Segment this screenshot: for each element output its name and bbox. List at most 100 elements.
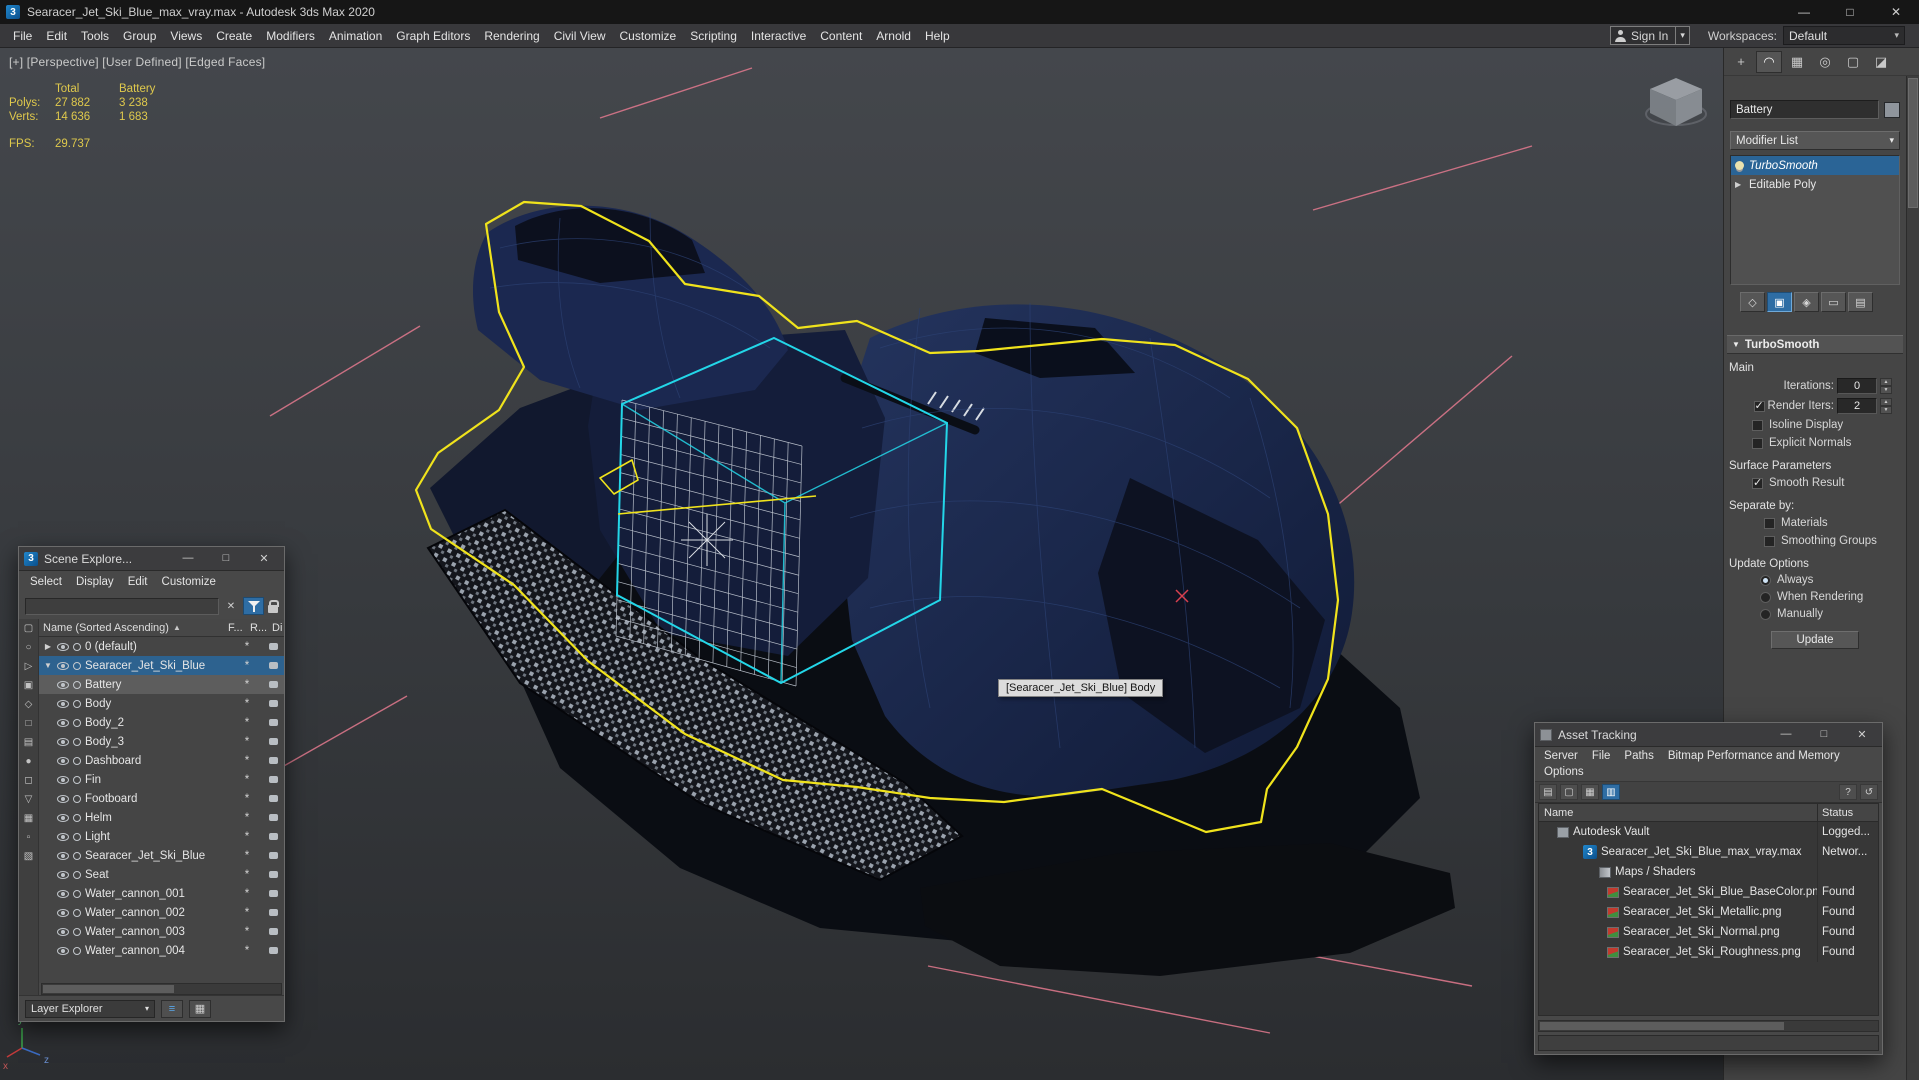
sign-in-button[interactable]: Sign In ▾ xyxy=(1609,26,1690,45)
eye-icon[interactable] xyxy=(57,851,69,860)
expand-icon[interactable]: ▶ xyxy=(1735,180,1744,189)
refresh-icon[interactable]: ↺ xyxy=(1860,784,1878,800)
menu-arnold[interactable]: Arnold xyxy=(869,29,918,43)
sign-in-dropdown-arrow[interactable]: ▾ xyxy=(1675,27,1685,44)
menu-customize[interactable]: Customize xyxy=(613,29,684,43)
remove-modifier-button[interactable]: ▭ xyxy=(1821,292,1846,312)
render-icon[interactable] xyxy=(268,928,278,935)
eye-icon[interactable] xyxy=(57,775,69,784)
eye-icon[interactable] xyxy=(57,908,69,917)
create-tab[interactable]: + xyxy=(1728,51,1754,73)
tree-row-seat[interactable]: Seat * xyxy=(39,865,284,884)
modifier-stack-item-turbosmooth[interactable]: TurboSmooth xyxy=(1731,156,1899,175)
make-unique-button[interactable]: ◈ xyxy=(1794,292,1819,312)
minimize-icon[interactable]: — xyxy=(179,552,197,565)
menu-tools[interactable]: Tools xyxy=(74,29,116,43)
close-icon[interactable]: ✕ xyxy=(255,552,273,565)
tree-row-body3[interactable]: Body_3 * xyxy=(39,732,284,751)
clear-search-icon[interactable]: ✕ xyxy=(223,601,239,612)
jet-ski-model[interactable] xyxy=(426,205,1455,976)
pin-stack-button[interactable]: ◇ xyxy=(1740,292,1765,312)
modifier-list-dropdown[interactable]: Modifier List ▾ xyxy=(1730,131,1900,150)
close-icon[interactable]: ✕ xyxy=(1853,728,1871,741)
tree-row-body2[interactable]: Body_2 * xyxy=(39,713,284,732)
smoothing-groups-checkbox[interactable]: ✓ xyxy=(1764,535,1775,547)
toolbar-icon-3[interactable]: ▦ xyxy=(1581,784,1599,800)
close-button[interactable]: ✕ xyxy=(1873,0,1919,24)
command-panel-scrollbar[interactable] xyxy=(1906,76,1919,1080)
eye-icon[interactable] xyxy=(57,756,69,765)
show-end-result-button[interactable]: ▣ xyxy=(1767,292,1792,312)
render-icon[interactable] xyxy=(268,795,278,802)
render-icon[interactable] xyxy=(268,814,278,821)
explorer-mode-dropdown[interactable]: Layer Explorer ▾ xyxy=(25,999,155,1018)
menu-content[interactable]: Content xyxy=(813,29,869,43)
iterations-field[interactable]: 0 xyxy=(1837,378,1877,394)
maximize-icon[interactable]: □ xyxy=(217,552,235,565)
object-name-field[interactable]: Battery xyxy=(1730,100,1879,119)
render-icon[interactable] xyxy=(268,947,278,954)
minimize-icon[interactable]: — xyxy=(1777,728,1795,741)
render-icon[interactable] xyxy=(268,871,278,878)
tool-icon-4[interactable]: ▣ xyxy=(21,678,36,693)
tool-icon-11[interactable]: ▦ xyxy=(21,811,36,826)
tool-icon-2[interactable]: ○ xyxy=(21,640,36,655)
manually-radio[interactable] xyxy=(1760,608,1771,620)
tree-row-fin[interactable]: Fin * xyxy=(39,770,284,789)
modify-tab[interactable]: ◠ xyxy=(1756,50,1782,73)
tool-icon-3[interactable]: ▷ xyxy=(21,659,36,674)
eye-icon[interactable] xyxy=(57,642,69,651)
menu-scripting[interactable]: Scripting xyxy=(683,29,744,43)
tree-row-water-cannon-002[interactable]: Water_cannon_002 * xyxy=(39,903,284,922)
tree-row-searacer-group[interactable]: ▼ Searacer_Jet_Ski_Blue * xyxy=(39,656,284,675)
modifier-stack-item-editable-poly[interactable]: ▶ Editable Poly xyxy=(1731,175,1899,194)
menu-server[interactable]: Server xyxy=(1537,748,1585,764)
utilities-tab[interactable]: ◪ xyxy=(1868,51,1894,73)
asset-row-metallic[interactable]: Searacer_Jet_Ski_Metallic.png Found xyxy=(1539,902,1878,922)
eye-icon[interactable] xyxy=(57,927,69,936)
eye-icon[interactable] xyxy=(57,794,69,803)
eye-icon[interactable] xyxy=(57,680,69,689)
isoline-display-checkbox[interactable]: ✓ xyxy=(1752,419,1763,431)
menu-select[interactable]: Select xyxy=(23,576,69,588)
menu-display[interactable]: Display xyxy=(69,576,121,588)
render-icon[interactable] xyxy=(268,890,278,897)
iterations-spinner[interactable]: ▲ ▼ xyxy=(1880,378,1892,394)
menu-customize[interactable]: Customize xyxy=(155,576,223,588)
turbosmooth-rollout-header[interactable]: ▼ TurboSmooth xyxy=(1727,335,1903,354)
tree-row-battery[interactable]: Battery * xyxy=(39,675,284,694)
tree-row-water-cannon-003[interactable]: Water_cannon_003 * xyxy=(39,922,284,941)
render-icon[interactable] xyxy=(268,662,278,669)
eye-icon[interactable] xyxy=(57,870,69,879)
render-iters-spinner[interactable]: ▲ ▼ xyxy=(1880,398,1892,414)
eye-icon[interactable] xyxy=(57,889,69,898)
tool-icon-8[interactable]: ● xyxy=(21,754,36,769)
minimize-button[interactable]: — xyxy=(1781,0,1827,24)
smooth-result-checkbox[interactable]: ✓ xyxy=(1752,477,1763,489)
menu-interactive[interactable]: Interactive xyxy=(744,29,813,43)
tool-icon-10[interactable]: ▽ xyxy=(21,792,36,807)
eye-icon[interactable] xyxy=(57,699,69,708)
eye-icon[interactable] xyxy=(57,661,69,670)
menu-options[interactable]: Options xyxy=(1537,764,1591,780)
toolbar-icon-2[interactable]: ▢ xyxy=(1560,784,1578,800)
explicit-normals-checkbox[interactable]: ✓ xyxy=(1752,437,1763,449)
menu-modifiers[interactable]: Modifiers xyxy=(259,29,322,43)
update-button[interactable]: Update xyxy=(1771,631,1859,649)
tool-icon-13[interactable]: ▧ xyxy=(21,849,36,864)
render-icon[interactable] xyxy=(268,643,278,650)
menu-group[interactable]: Group xyxy=(116,29,163,43)
tree-row-dashboard[interactable]: Dashboard * xyxy=(39,751,284,770)
render-icon[interactable] xyxy=(268,719,278,726)
render-icon[interactable] xyxy=(268,700,278,707)
horizontal-scrollbar[interactable] xyxy=(1538,1020,1879,1032)
motion-tab[interactable]: ◎ xyxy=(1812,51,1838,73)
render-icon[interactable] xyxy=(268,852,278,859)
toolbar-icon-4[interactable]: ▥ xyxy=(1602,784,1620,800)
tree-column-headers[interactable]: Name (Sorted Ascending) ▲ F... R... Di xyxy=(39,619,284,637)
tree-row-body[interactable]: Body * xyxy=(39,694,284,713)
menu-rendering[interactable]: Rendering xyxy=(477,29,546,43)
menu-views[interactable]: Views xyxy=(163,29,209,43)
tree-row-default-layer[interactable]: ▶ 0 (default) * xyxy=(39,637,284,656)
materials-checkbox[interactable]: ✓ xyxy=(1764,517,1775,529)
